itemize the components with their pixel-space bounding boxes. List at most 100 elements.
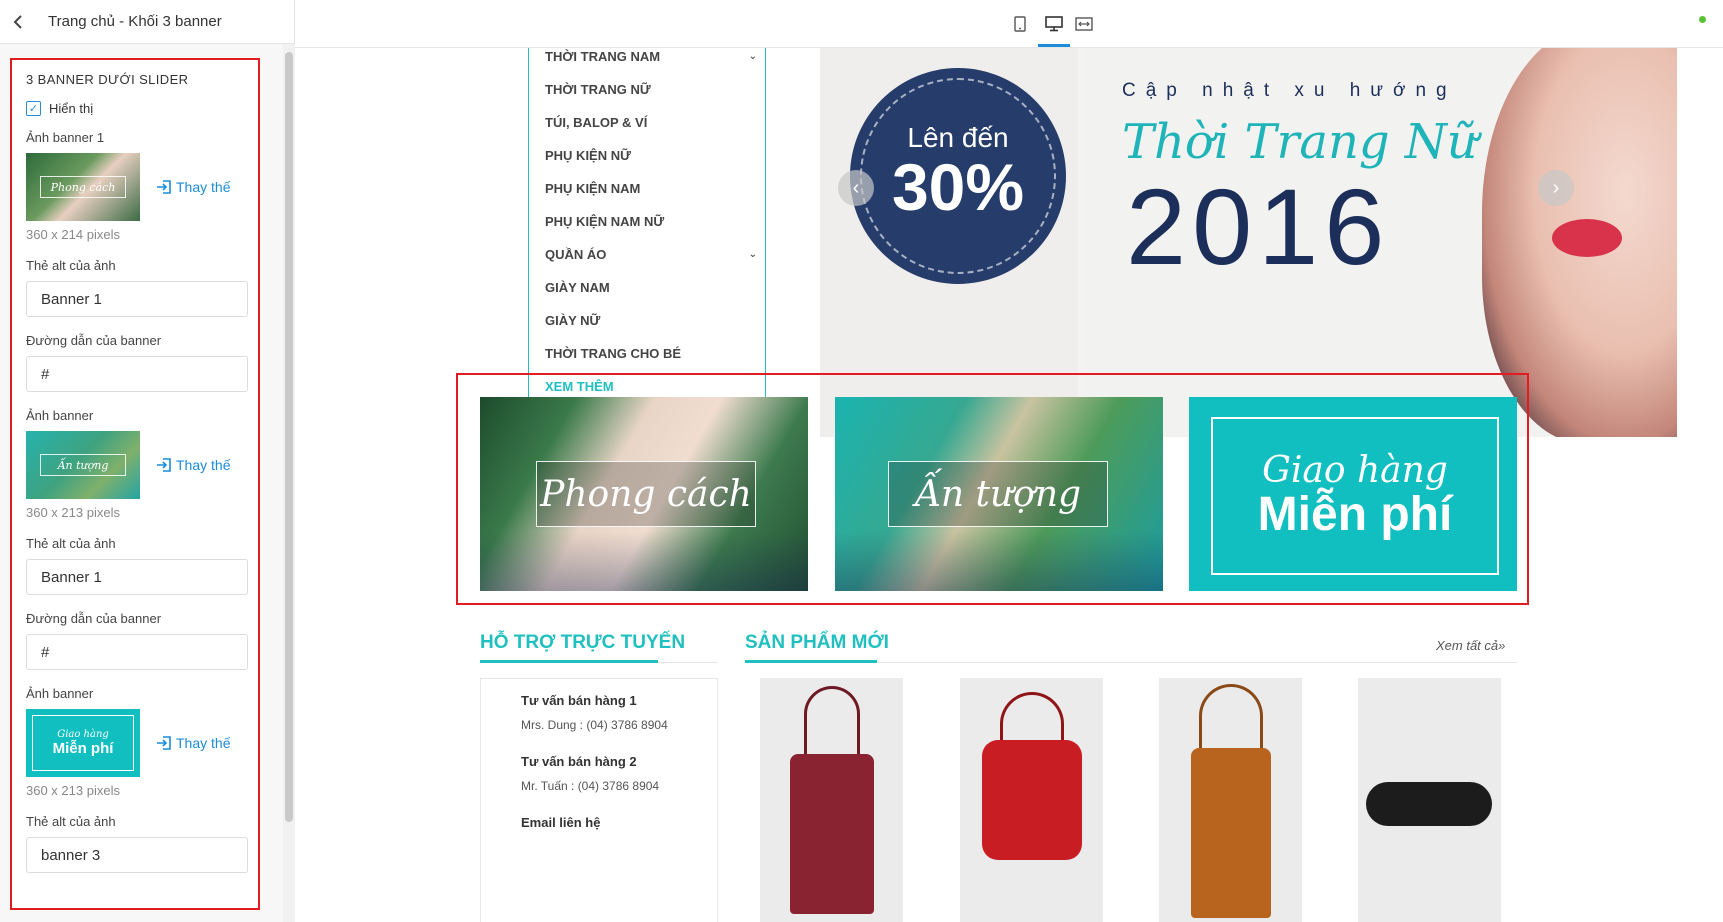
support-box: Tư vấn bán hàng 1 Mrs. Dung : (04) 3786 … [480,678,718,922]
show-checkbox[interactable]: ✓ [26,101,41,116]
banner2-caption: Ấn tượng [888,461,1108,527]
category-item[interactable]: THỜI TRANG CHO BÉ [529,337,765,370]
banner3-image-row: Giao hàng Miễn phí Thay thế [26,709,244,777]
section-title: 3 BANNER DƯỚI SLIDER [26,72,189,87]
replace-label: Thay thế [176,457,231,473]
category-item-label: GIÀY NỮ [545,313,601,328]
slider-next-button[interactable]: › [1538,170,1574,206]
banner2-dimensions: 360 x 213 pixels [26,505,120,520]
product-card[interactable] [960,678,1103,922]
support-title: HỖ TRỢ TRỰC TUYẾN [480,632,686,653]
category-item[interactable]: PHỤ KIỆN NỮ [529,139,765,172]
category-item-label: THỜI TRANG NỮ [545,82,651,97]
banner1-image-label: Ảnh banner 1 [26,130,105,145]
category-item-label: GIÀY NAM [545,280,610,295]
fullwidth-view-button[interactable] [1070,10,1098,38]
panel-scrollbar-thumb[interactable] [285,52,293,822]
banner1-link-input[interactable]: # [26,356,248,392]
category-item[interactable]: GIÀY NAM [529,271,765,304]
banner1-replace-button[interactable]: Thay thế [156,179,230,195]
category-item[interactable]: QUẦN ÁO ⌄ [529,238,765,271]
editor-panel: Trang chủ - Khối 3 banner 3 BANNER DƯỚI … [0,0,295,922]
banner2-replace-button[interactable]: Thay thế [156,457,230,473]
desktop-view-button[interactable] [1040,10,1068,38]
category-item-label: TÚI, BALOP & VÍ [545,115,648,130]
banner3-image-label: Ảnh banner [26,686,94,701]
fullwidth-icon [1075,17,1093,31]
banner2-thumbnail[interactable]: Ấn tượng [26,431,140,499]
mobile-view-button[interactable] [1006,10,1034,38]
storefront-preview: THỜI TRANG NAM ⌄ THỜI TRANG NỮ TÚI, BALOP &… [295,48,1723,922]
product-card[interactable] [1358,678,1501,922]
category-item-label: THỜI TRANG NAM [545,49,661,64]
category-item[interactable]: TÚI, BALOP & VÍ [529,106,765,139]
red-bucket-bag-image [982,740,1082,860]
banner3-caption-line1: Giao hàng [1262,450,1448,491]
new-products-title: SẢN PHẨM MỚI [745,632,889,653]
slider-prev-button[interactable]: ‹ [838,170,874,206]
slide-kicker: Cập nhật xu hướng [1122,80,1457,101]
banner2-image-row: Ấn tượng Thay thế [26,431,244,499]
category-item[interactable]: THỜI TRANG NỮ [529,73,765,106]
see-all-link[interactable]: Xem tất cả» [1436,638,1505,653]
fringe-bag-image [1191,748,1271,918]
replace-icon [157,180,171,194]
banner-phong-cach[interactable]: Phong cách [480,397,808,591]
show-label: Hiển thị [49,101,94,116]
banner2-thumb-text: Ấn tượng [40,454,126,476]
category-item-label: PHỤ KIỆN NAM NỮ [545,214,665,229]
banner-an-tuong[interactable]: Ấn tượng [835,397,1163,591]
back-button[interactable] [0,0,36,44]
banner3-caption-line2: Miễn phí [1257,488,1453,541]
preview-toolbar [295,0,1723,48]
banner3-alt-input[interactable]: banner 3 [26,837,248,873]
category-item[interactable]: PHỤ KIỆN NAM NỮ [529,205,765,238]
category-item-label: QUẦN ÁO [545,247,607,262]
panel-header: Trang chủ - Khối 3 banner [0,0,294,44]
support-contact: Mrs. Dung : (04) 3786 8904 [521,718,668,732]
active-view-indicator [1038,44,1070,47]
banner-shade [480,531,808,591]
banner1-thumbnail[interactable]: Phong cách [26,153,140,221]
banner3-caption-box: Giao hàng Miễn phí [1211,417,1499,575]
banner1-alt-input[interactable]: Banner 1 [26,281,248,317]
replace-icon [157,736,171,750]
status-indicator [1699,16,1706,23]
show-toggle-row[interactable]: ✓ Hiển thị [26,101,244,116]
category-item-label: THỜI TRANG CHO BÉ [545,346,682,361]
banner2-link-input[interactable]: # [26,634,248,670]
panel-scrollbar[interactable] [283,44,295,922]
banner-giao-hang[interactable]: Giao hàng Miễn phí [1189,397,1517,591]
support-contact: Mr. Tuấn : (04) 3786 8904 [521,779,660,793]
desktop-icon [1045,16,1063,32]
bag-handle [1199,684,1263,754]
category-item-label: PHỤ KIỆN NỮ [545,148,631,163]
model-lips [1552,219,1622,257]
banner3-alt-label: Thẻ alt của ảnh [26,814,116,829]
chevron-left-icon: ‹ [852,176,860,199]
category-item[interactable]: GIÀY NỮ [529,304,765,337]
category-item-label: PHỤ KIỆN NAM [545,181,641,196]
banner3-thumb-line2: Miễn phí [52,740,114,757]
support-name: Tư vấn bán hàng 2 [521,754,637,769]
product-card[interactable] [760,678,903,922]
chevron-down-icon: ⌄ [748,249,757,260]
banner3-thumb-box: Giao hàng Miễn phí [32,715,134,771]
burgundy-tote-image [790,754,874,914]
category-item[interactable]: THỜI TRANG NAM ⌄ [529,48,765,73]
banner-shade [835,531,1163,591]
banner1-image-row: Phong cách Thay thế [26,153,244,221]
banner3-dimensions: 360 x 213 pixels [26,783,120,798]
banner3-thumbnail[interactable]: Giao hàng Miễn phí [26,709,140,777]
mobile-icon [1014,16,1026,32]
product-card[interactable] [1159,678,1302,922]
banner2-alt-input[interactable]: Banner 1 [26,559,248,595]
banner3-replace-button[interactable]: Thay thế [156,735,230,751]
category-item[interactable]: PHỤ KIỆN NAM [529,172,765,205]
support-name: Email liên hệ [521,815,601,830]
chevron-left-icon [13,14,22,29]
badge-value: 30% [891,150,1025,224]
black-belt-image [1366,782,1492,826]
bag-handle [804,686,860,758]
discount-badge: Lên đến 30% [850,68,1066,284]
